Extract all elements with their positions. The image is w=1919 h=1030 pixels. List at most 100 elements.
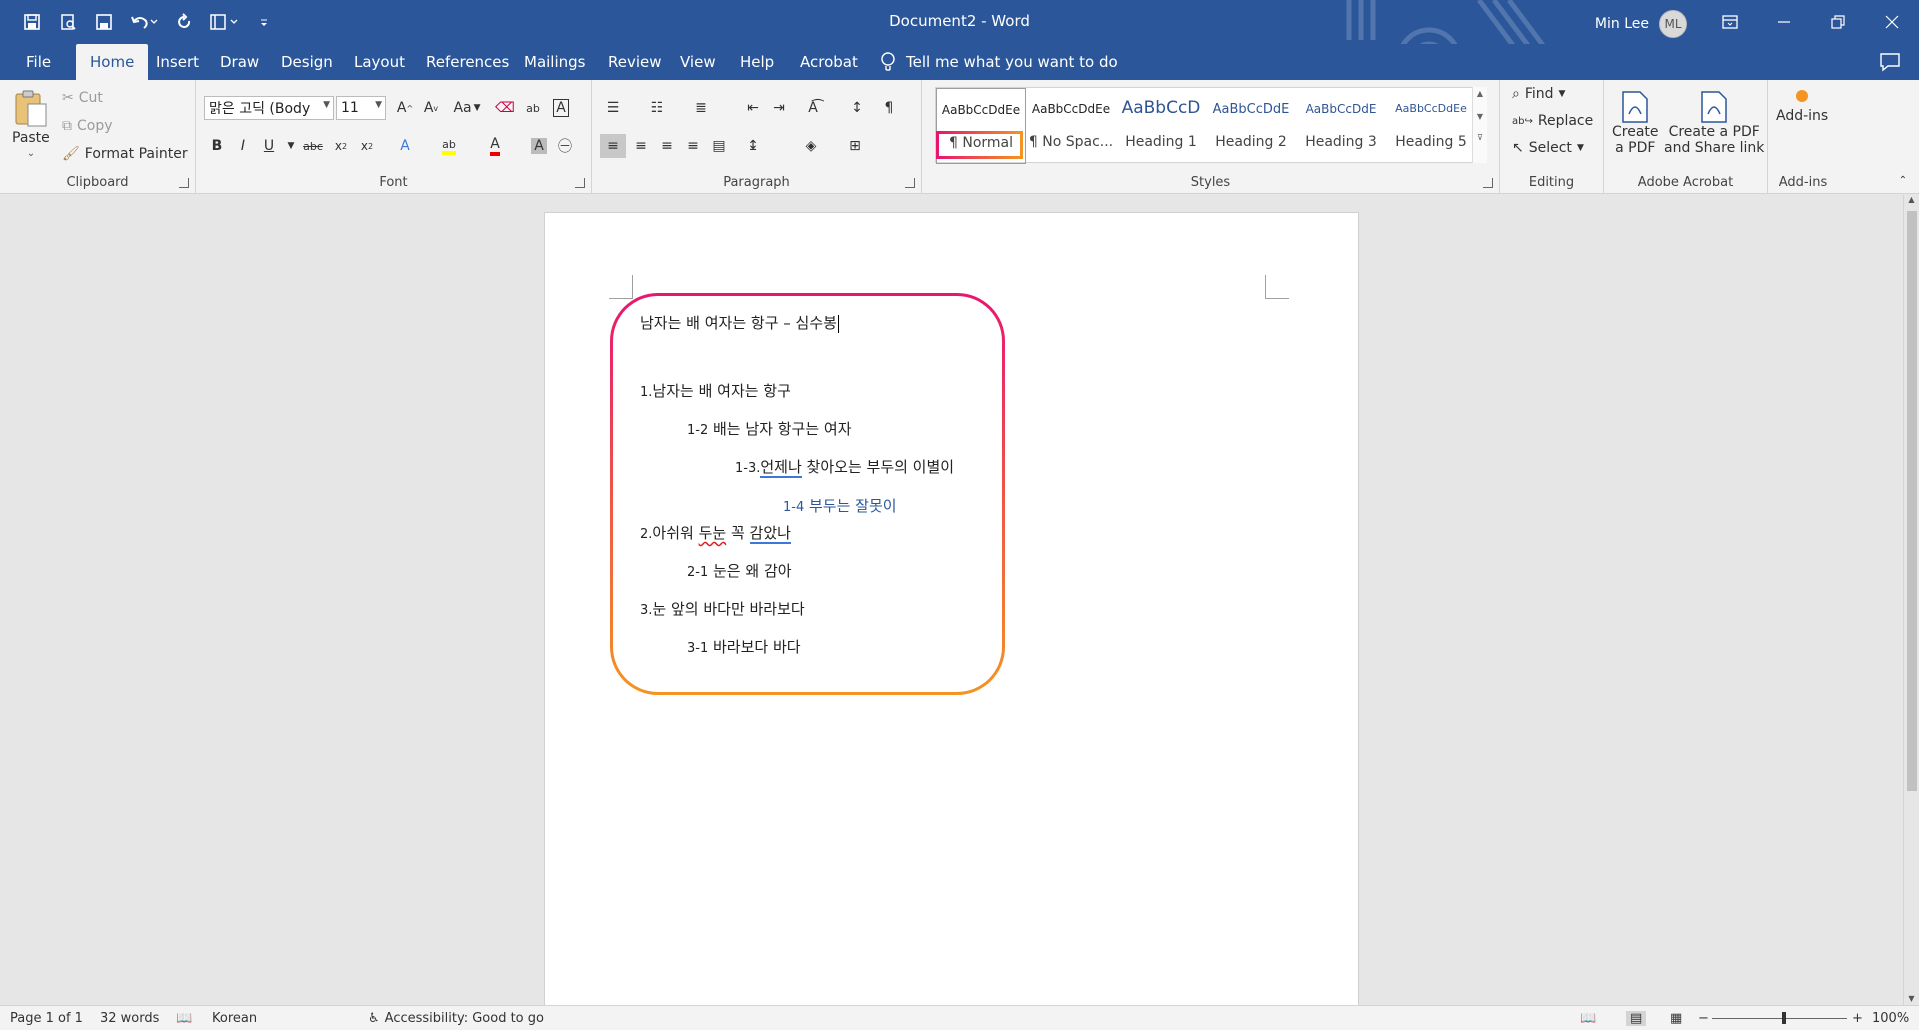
font-family-dropdown[interactable]: 맑은 고딕 (Body ▼ bbox=[204, 96, 334, 120]
restore-icon[interactable] bbox=[1811, 0, 1865, 44]
minimize-icon[interactable] bbox=[1757, 0, 1811, 44]
tab-help[interactable]: Help bbox=[734, 44, 780, 80]
style-heading-2[interactable]: AaBbCcDdE Heading 2 bbox=[1206, 88, 1296, 164]
justify-icon[interactable]: ≡ bbox=[680, 134, 706, 158]
vertical-scrollbar[interactable]: ▲ ▼ bbox=[1903, 195, 1919, 1005]
tab-references[interactable]: References bbox=[420, 44, 515, 80]
tab-design[interactable]: Design bbox=[275, 44, 339, 80]
dialog-launcher-icon[interactable] bbox=[575, 178, 585, 188]
tab-review[interactable]: Review bbox=[602, 44, 668, 80]
tab-layout[interactable]: Layout bbox=[348, 44, 411, 80]
list-item[interactable]: 2-1 눈은 왜 감아 bbox=[687, 560, 792, 581]
bold-icon[interactable]: B bbox=[204, 134, 230, 158]
grow-font-icon[interactable]: A ^ bbox=[392, 96, 418, 120]
comments-icon[interactable] bbox=[1879, 52, 1901, 72]
tab-file[interactable]: File bbox=[20, 44, 57, 80]
font-size-dropdown[interactable]: 11 ▼ bbox=[336, 96, 386, 120]
list-item[interactable]: 1-3.언제나 찾아오는 부두의 이별이 bbox=[735, 456, 954, 478]
select-button[interactable]: ↖ Select ▼ bbox=[1512, 140, 1584, 156]
document-title-line[interactable]: 남자는 배 여자는 항구 – 심수봉 bbox=[640, 312, 839, 333]
enclose-characters-icon[interactable]: ㊀ bbox=[552, 134, 578, 158]
accessibility-status[interactable]: ♿ Accessibility: Good to go bbox=[368, 1011, 544, 1026]
web-layout-icon[interactable]: ▦ bbox=[1670, 1011, 1682, 1026]
tab-home[interactable]: Home bbox=[76, 44, 149, 80]
character-border-icon[interactable]: A bbox=[548, 96, 574, 120]
zoom-in-button[interactable]: + bbox=[1852, 1011, 1863, 1026]
list-item[interactable]: 1.남자는 배 여자는 항구 bbox=[640, 380, 791, 401]
read-mode-icon[interactable]: 📖 bbox=[1580, 1011, 1596, 1026]
show-formatting-icon[interactable]: ¶ bbox=[876, 96, 902, 120]
paste-button[interactable]: Paste ⌄ bbox=[12, 88, 50, 159]
list-item[interactable]: 1-2 배는 남자 항구는 여자 bbox=[687, 418, 852, 439]
proofing-icon[interactable]: 📖 bbox=[176, 1011, 192, 1026]
print-layout-icon[interactable]: ▤ bbox=[1626, 1011, 1647, 1026]
font-color-icon[interactable]: A bbox=[482, 134, 508, 158]
style-no-spacing[interactable]: AaBbCcDdEe ¶ No Spac... bbox=[1026, 88, 1116, 164]
format-painter-button[interactable]: 🖌 Format Painter bbox=[62, 146, 188, 162]
word-count[interactable]: 32 words bbox=[100, 1011, 159, 1026]
style-heading-3[interactable]: AaBbCcDdE Heading 3 bbox=[1296, 88, 1386, 164]
styles-gallery-scroll[interactable]: ▲ ▼ ⊽ bbox=[1472, 87, 1487, 163]
cut-button[interactable]: ✂ Cut bbox=[62, 90, 103, 106]
close-icon[interactable] bbox=[1865, 0, 1919, 44]
phonetic-guide-icon[interactable]: ab bbox=[520, 96, 546, 120]
copy-button[interactable]: ⧉ Copy bbox=[62, 118, 113, 134]
tab-insert[interactable]: Insert bbox=[150, 44, 205, 80]
shrink-font-icon[interactable]: Av bbox=[418, 96, 444, 120]
change-case-button[interactable]: Aa ▼ bbox=[450, 96, 484, 120]
avatar[interactable]: ML bbox=[1659, 10, 1687, 38]
tell-me-search[interactable]: Tell me what you want to do bbox=[880, 44, 1118, 80]
scrollbar-thumb[interactable] bbox=[1907, 211, 1917, 791]
list-item[interactable]: 2.아쉬워 두눈 꼭 감았나 bbox=[640, 522, 791, 544]
superscript-icon[interactable]: x2 bbox=[354, 134, 380, 158]
list-item[interactable]: 1-4 부두는 잘못이 bbox=[783, 495, 897, 516]
create-and-share-button[interactable]: Create a PDF and Share link bbox=[1664, 90, 1764, 156]
collapse-ribbon-icon[interactable]: ⌃ bbox=[1890, 168, 1916, 192]
account[interactable]: Min Lee ML bbox=[1595, 10, 1687, 38]
text-effects-icon[interactable]: A bbox=[392, 134, 418, 158]
list-item[interactable]: 3.눈 앞의 바다만 바라보다 bbox=[640, 598, 805, 619]
increase-indent-icon[interactable]: ⇥ bbox=[766, 96, 792, 120]
multilevel-list-icon[interactable]: ≣ bbox=[688, 96, 714, 120]
strikethrough-icon[interactable]: abc bbox=[300, 134, 326, 158]
ribbon-display-options-icon[interactable] bbox=[1703, 0, 1757, 44]
sort-icon[interactable]: ↕ bbox=[844, 96, 870, 120]
tab-view[interactable]: View bbox=[674, 44, 722, 80]
clear-formatting-icon[interactable]: ⌫ bbox=[492, 96, 518, 120]
highlight-icon[interactable]: ab bbox=[436, 134, 462, 158]
align-center-icon[interactable]: ≡ bbox=[628, 134, 654, 158]
zoom-out-button[interactable]: − bbox=[1698, 1011, 1709, 1026]
decrease-indent-icon[interactable]: ⇤ bbox=[740, 96, 766, 120]
italic-icon[interactable]: I bbox=[230, 134, 256, 158]
borders-icon[interactable]: ⊞ bbox=[842, 134, 868, 158]
page-count[interactable]: Page 1 of 1 bbox=[10, 1011, 83, 1026]
zoom-level[interactable]: 100% bbox=[1872, 1011, 1909, 1026]
replace-button[interactable]: ab↪ Replace bbox=[1512, 113, 1593, 129]
align-right-icon[interactable]: ≡ bbox=[654, 134, 680, 158]
character-shading-icon[interactable]: A bbox=[526, 134, 552, 158]
dialog-launcher-icon[interactable] bbox=[905, 178, 915, 188]
zoom-slider-thumb[interactable] bbox=[1782, 1012, 1786, 1024]
dialog-launcher-icon[interactable] bbox=[179, 178, 189, 188]
language[interactable]: Korean bbox=[212, 1011, 257, 1026]
addins-button[interactable]: Add-ins bbox=[1776, 90, 1828, 124]
more-styles-icon[interactable]: ⊽ bbox=[1473, 133, 1487, 142]
chevron-up-icon[interactable]: ▲ bbox=[1473, 89, 1487, 98]
subscript-icon[interactable]: x2 bbox=[328, 134, 354, 158]
tab-mailings[interactable]: Mailings bbox=[518, 44, 591, 80]
numbering-icon[interactable]: ☷ bbox=[644, 96, 670, 120]
find-button[interactable]: ⌕ Find ▼ bbox=[1512, 86, 1565, 102]
distributed-icon[interactable]: ▤ bbox=[706, 134, 732, 158]
line-spacing-icon[interactable]: ↨ bbox=[740, 134, 766, 158]
list-item[interactable]: 3-1 바라보다 바다 bbox=[687, 636, 801, 657]
chevron-down-icon[interactable]: ▼ bbox=[1904, 994, 1919, 1003]
tab-acrobat[interactable]: Acrobat bbox=[794, 44, 864, 80]
chevron-down-icon[interactable]: ▼ bbox=[1473, 112, 1487, 121]
align-left-icon[interactable]: ≡ bbox=[600, 134, 626, 158]
style-heading-1[interactable]: AaBbCcD Heading 1 bbox=[1116, 88, 1206, 164]
shading-icon[interactable]: ◈ bbox=[798, 134, 824, 158]
tab-draw[interactable]: Draw bbox=[214, 44, 265, 80]
style-heading-5[interactable]: AaBbCcDdEe Heading 5 bbox=[1386, 88, 1476, 164]
chevron-up-icon[interactable]: ▲ bbox=[1904, 195, 1919, 204]
asian-layout-icon[interactable]: A͡ bbox=[800, 96, 826, 120]
